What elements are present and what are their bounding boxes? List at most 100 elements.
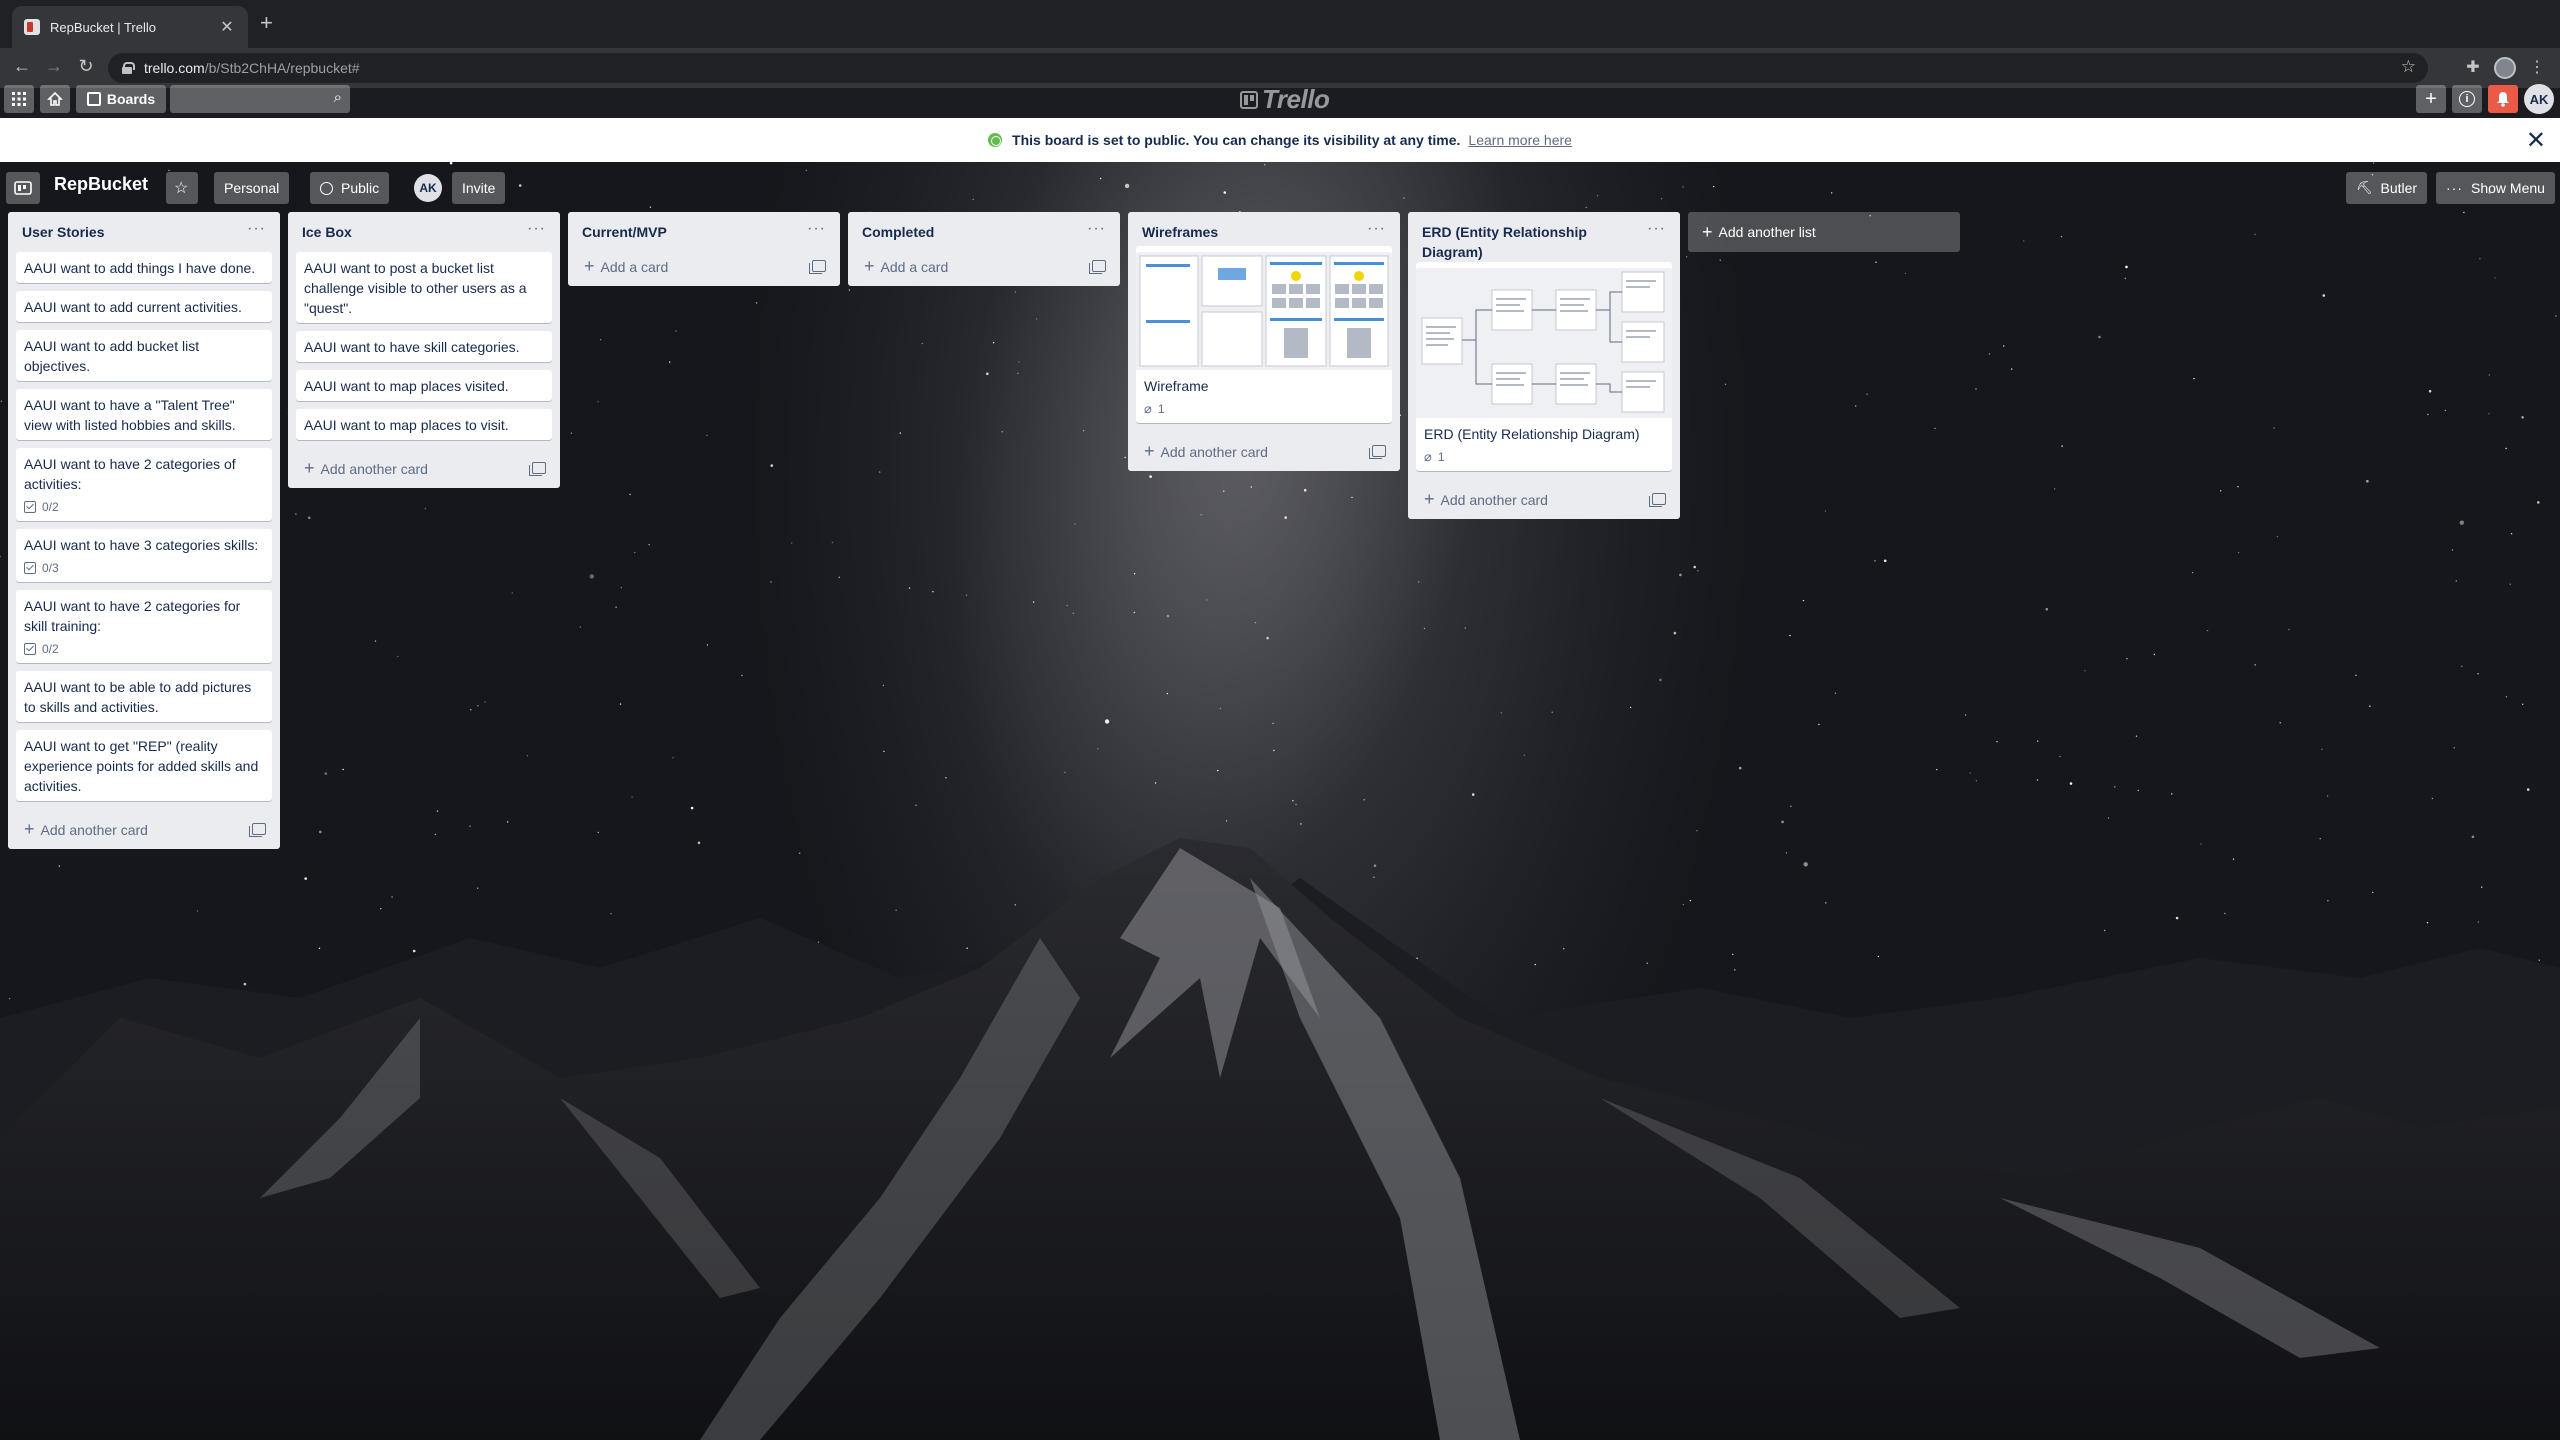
list-card[interactable]: AAUI want to have 2 categories of activi… [16,448,272,521]
show-menu-label: Show Menu [2471,180,2545,196]
show-menu-button[interactable]: ··· Show Menu [2436,172,2555,204]
list-header: ERD (Entity Relationship Diagram) ··· [1416,212,1672,268]
checklist-icon [24,562,36,574]
card-title: AAUI want to add bucket list objectives. [24,338,200,374]
bookmark-star-icon[interactable]: ☆ [2401,57,2416,77]
globe-icon [320,181,333,195]
visibility-button[interactable]: Public [310,172,390,204]
list-card[interactable]: AAUI want to get "REP" (reality experien… [16,730,272,801]
notifications-bell-icon[interactable] [2488,85,2518,113]
close-icon[interactable]: ✕ [218,17,236,37]
board-title[interactable]: RepBucket [54,174,148,195]
add-card-button[interactable]: + Add a card [576,246,832,286]
browser-profile-icon[interactable] [2494,57,2516,79]
attachment-badge: ⌀ 1 [1424,448,1664,466]
new-tab-plus-icon[interactable]: + [260,10,273,36]
back-arrow-icon[interactable]: ← [10,56,34,77]
card-template-icon[interactable] [809,260,826,274]
card-template-icon[interactable] [249,823,266,837]
learn-more-link[interactable]: Learn more here [1468,132,1572,148]
list-card[interactable]: ERD (Entity Relationship Diagram) ⌀ 1 [1416,262,1672,471]
plus-icon: + [1144,440,1155,461]
plus-icon: + [304,457,315,478]
add-card-button[interactable]: + Add a card [856,246,1112,286]
card-title: AAUI want to have 2 categories for skill… [24,598,241,634]
plus-icon: + [584,255,595,276]
member-initials: AK [419,181,437,195]
list-card[interactable]: AAUI want to add bucket list objectives. [16,330,272,381]
list-title[interactable]: User Stories [22,222,104,242]
list-current-mvp[interactable]: Current/MVP ··· + Add a card [568,212,840,286]
list-wireframes[interactable]: Wireframes ··· Wireframe ⌀ 1 + Add anoth… [1128,212,1400,471]
list-menu-icon[interactable]: ··· [527,221,546,237]
invite-button[interactable]: Invite [452,172,506,204]
list-card[interactable]: AAUI want to have a "Talent Tree" view w… [16,389,272,440]
list-card[interactable]: AAUI want to add things I have done. [16,252,272,283]
list-menu-icon[interactable]: ··· [807,221,826,237]
address-bar[interactable]: trello.com/b/Stb2ChHA/repbucket# ☆ [108,53,2428,83]
list-card[interactable]: AAUI want to map places to visit. [296,409,552,440]
team-label: Personal [224,180,280,196]
search-input[interactable]: ⌕ [170,85,350,113]
boards-label: Boards [106,91,156,107]
board-switcher-icon[interactable] [6,172,40,204]
list-menu-icon[interactable]: ··· [1647,221,1666,237]
butler-label: Butler [2380,180,2418,196]
butler-button[interactable]: ⛏ Butler [2346,172,2428,204]
browser-menu-icon[interactable]: ⋮ [2526,57,2548,77]
user-avatar[interactable]: AK [2524,84,2554,114]
reload-icon[interactable]: ↻ [74,56,98,77]
list-title[interactable]: Completed [862,222,934,242]
list-menu-icon[interactable]: ··· [1087,221,1106,237]
list-title[interactable]: ERD (Entity Relationship Diagram) [1422,222,1632,262]
list-menu-icon[interactable]: ··· [247,221,266,237]
home-icon[interactable] [40,85,70,113]
list-card[interactable]: AAUI want to be able to add pictures to … [16,671,272,722]
add-card-button[interactable]: + Add another card [1136,431,1392,471]
list-title[interactable]: Current/MVP [582,222,667,242]
member-avatar[interactable]: AK [414,174,442,202]
list-ice-box[interactable]: Ice Box ··· AAUI want to post a bucket l… [288,212,560,488]
forward-arrow-icon[interactable]: → [42,56,66,77]
list-card[interactable]: Wireframe ⌀ 1 [1136,246,1392,423]
card-title: Wireframe [1144,378,1209,394]
create-plus-icon[interactable]: + [2416,85,2446,113]
close-icon[interactable]: ✕ [2526,126,2546,155]
team-button[interactable]: Personal [214,172,290,204]
list-completed[interactable]: Completed ··· + Add a card [848,212,1120,286]
add-list-button[interactable]: + Add another list [1688,212,1960,252]
boards-icon [86,92,101,106]
tab-title: RepBucket | Trello [50,19,156,35]
star-board-icon[interactable]: ☆ [166,172,198,204]
erd-cover-image [1416,268,1672,418]
trello-logo-icon [1240,90,1258,109]
list-card[interactable]: AAUI want to add current activities. [16,291,272,322]
list-card[interactable]: AAUI want to have 3 categories skills: 0… [16,529,272,582]
attachment-count: 1 [1157,402,1165,416]
card-template-icon[interactable] [1369,445,1386,459]
add-card-button[interactable]: + Add another card [296,448,552,488]
list-card[interactable]: AAUI want to have 2 categories for skill… [16,590,272,663]
list-erd[interactable]: ERD (Entity Relationship Diagram) ··· ER… [1408,212,1680,519]
list-user-stories[interactable]: User Stories ··· AAUI want to add things… [8,212,280,849]
boards-button[interactable]: Boards [76,85,166,113]
card-title: AAUI want to be able to add pictures to … [24,679,252,715]
trello-logo[interactable]: Trello [1240,84,1330,115]
list-title[interactable]: Wireframes [1142,222,1218,242]
browser-tab[interactable]: RepBucket | Trello ✕ [12,6,248,48]
butler-icon: ⛏ [2356,180,2373,195]
add-card-button[interactable]: + Add another card [1416,479,1672,519]
list-card[interactable]: AAUI want to post a bucket list challeng… [296,252,552,323]
info-icon[interactable]: i [2452,85,2482,113]
extensions-puzzle-icon[interactable]: ✚ [2462,57,2484,77]
card-template-icon[interactable] [1649,493,1666,507]
card-template-icon[interactable] [1089,260,1106,274]
list-card[interactable]: AAUI want to have skill categories. [296,331,552,362]
list-card[interactable]: AAUI want to map places visited. [296,370,552,401]
globe-icon [988,133,1003,147]
apps-grid-icon[interactable] [4,85,34,113]
add-card-button[interactable]: + Add another card [16,809,272,849]
card-template-icon[interactable] [529,462,546,476]
list-title[interactable]: Ice Box [302,222,352,242]
list-menu-icon[interactable]: ··· [1367,221,1386,237]
